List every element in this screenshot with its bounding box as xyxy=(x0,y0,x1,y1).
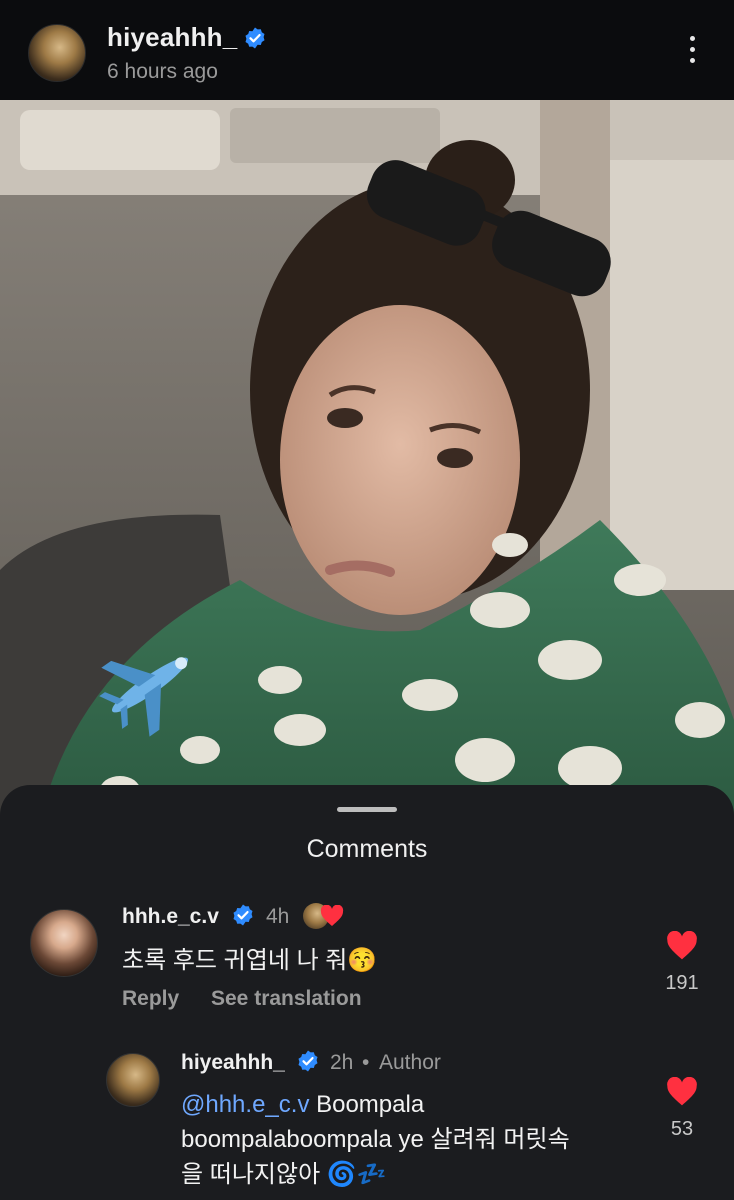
see-translation-button[interactable]: See translation xyxy=(211,987,362,1011)
comments-sheet: Comments hhh.e_c.v 4h 초록 후드 귀엽네 나 줘😚 Rep… xyxy=(0,785,734,1200)
sheet-title: Comments xyxy=(306,835,428,863)
comment-time: 4h xyxy=(266,905,290,928)
mention-link[interactable]: @hhh.e_c.v xyxy=(181,1091,309,1118)
verified-badge-icon xyxy=(298,1050,318,1072)
author-username[interactable]: hiyeahhh_ xyxy=(107,22,237,53)
author-tag: Author xyxy=(379,1051,441,1074)
comment-text: 초록 후드 귀엽네 나 줘😚 xyxy=(122,947,378,974)
meta-separator: • xyxy=(362,1051,370,1074)
author-avatar[interactable] xyxy=(28,24,86,82)
photo-illustration xyxy=(0,100,734,820)
like-heart-icon[interactable] xyxy=(666,931,698,961)
author-liked-heart-icon xyxy=(320,905,344,926)
commenter-username[interactable]: hhh.e_c.v xyxy=(122,905,219,929)
post-photo[interactable] xyxy=(0,100,734,820)
like-count: 191 xyxy=(665,972,699,994)
more-options-icon[interactable] xyxy=(680,36,704,70)
reply-text-line1: @hhh.e_c.v Boompala xyxy=(181,1087,651,1122)
drag-handle[interactable] xyxy=(337,807,397,812)
verified-badge-icon xyxy=(233,904,253,926)
like-heart-icon[interactable] xyxy=(666,1077,698,1107)
reply-author-avatar[interactable] xyxy=(106,1053,160,1107)
like-count: 53 xyxy=(670,1118,694,1140)
reply-text: @hhh.e_c.v Boompala boompalaboompala ye … xyxy=(181,1087,651,1192)
reply-text-line3: 을 떠나지않아 🌀💤 xyxy=(181,1161,387,1188)
post-header: hiyeahhh_ 6 hours ago xyxy=(0,0,734,100)
post-time: 6 hours ago xyxy=(107,60,218,83)
reply-text-line1-rest: Boompala xyxy=(309,1091,425,1118)
reply-text-line2: boompalaboompala ye 살려줘 머릿속 xyxy=(181,1126,570,1153)
commenter-avatar[interactable] xyxy=(30,909,98,977)
verified-badge-icon xyxy=(245,27,265,49)
reply-time: 2h xyxy=(330,1051,354,1074)
reply-button[interactable]: Reply xyxy=(122,987,179,1011)
reply-username[interactable]: hiyeahhh_ xyxy=(181,1051,285,1075)
